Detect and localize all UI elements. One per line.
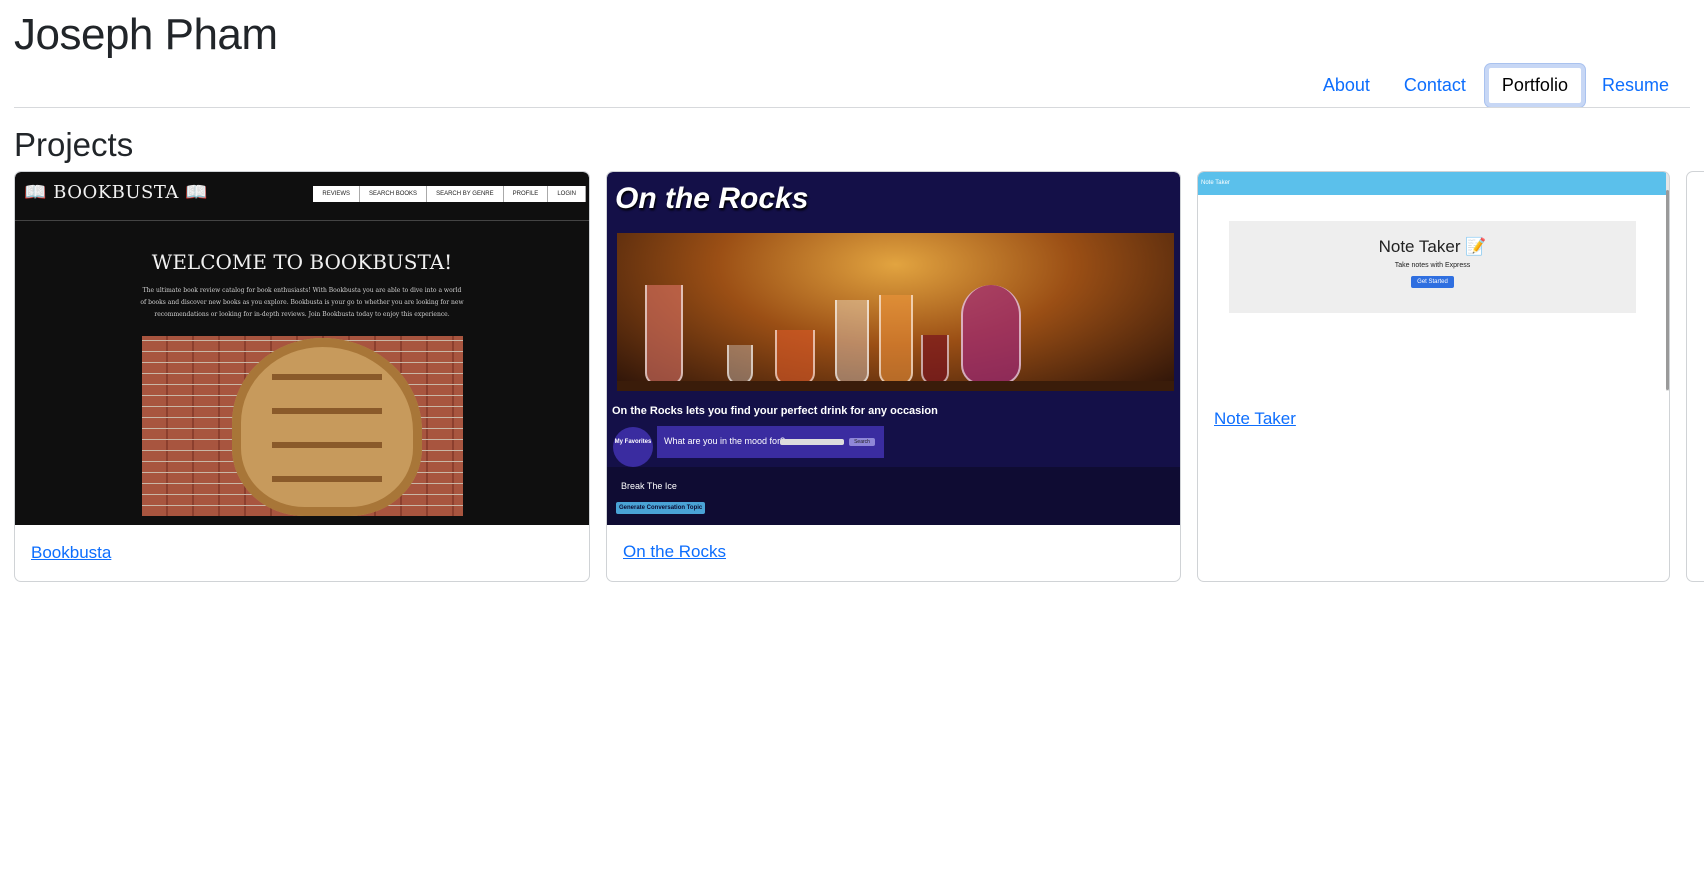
note-taker-screenshot: Note Taker Note Taker 📝 Take notes with …: [1198, 172, 1669, 391]
bookbusta-screenshot: 📖 BOOKBUSTA 📖 REVIEWS SEARCH BOOKS SEARC…: [15, 172, 589, 525]
bookshelf: [272, 408, 382, 414]
bookshelf: [272, 374, 382, 380]
bookbusta-brand: 📖 BOOKBUSTA 📖: [24, 182, 209, 203]
header-divider: [14, 107, 1690, 108]
project-link-note-taker[interactable]: Note Taker: [1214, 409, 1296, 429]
nav-portfolio-link[interactable]: Portfolio: [1484, 64, 1585, 107]
on-the-rocks-lower-panel: [607, 467, 1180, 525]
project-card-partial: [1686, 171, 1704, 582]
get-started-button: Get Started: [1411, 276, 1454, 288]
on-the-rocks-title: On the Rocks: [615, 182, 809, 215]
bookshelf: [272, 476, 382, 482]
bookshelf-head-image: [142, 336, 463, 516]
mood-search-input: [780, 439, 844, 445]
head-silhouette: [232, 338, 422, 516]
project-card-on-the-rocks: On the Rocks On the Rocks lets you find …: [606, 171, 1181, 582]
glass: [921, 335, 949, 385]
bar-counter: [617, 381, 1174, 391]
bookbusta-nav-item: SEARCH BY GENRE: [427, 186, 504, 202]
nav-about-link[interactable]: About: [1306, 64, 1387, 107]
project-link-bookbusta[interactable]: Bookbusta: [31, 543, 111, 563]
thumbnail-scrollbar-thumb: [1666, 190, 1669, 390]
break-the-ice-label: Break The Ice: [621, 481, 677, 491]
bookbusta-description: The ultimate book review catalog for boo…: [140, 287, 464, 318]
project-card-note-taker: Note Taker Note Taker 📝 Take notes with …: [1197, 171, 1670, 582]
on-the-rocks-tagline: On the Rocks lets you find your perfect …: [612, 405, 938, 417]
main-nav: About Contact Portfolio Resume: [1306, 64, 1686, 107]
note-taker-subheading: Take notes with Express: [1394, 262, 1471, 269]
glass: [775, 330, 815, 385]
note-taker-navbar: Note Taker: [1198, 172, 1669, 195]
cocktails-photo: [617, 233, 1174, 391]
mood-search-button: Search: [849, 438, 875, 446]
nav-contact-link[interactable]: Contact: [1387, 64, 1483, 107]
glass: [961, 285, 1021, 385]
bookbusta-nav-item: LOGIN: [548, 186, 586, 202]
section-title: Projects: [14, 126, 134, 163]
glass: [727, 345, 753, 385]
bookbusta-nav-item: REVIEWS: [313, 186, 361, 202]
glass: [879, 295, 913, 385]
mood-search-prompt: What are you in the mood for?: [664, 436, 786, 446]
nav-resume-link[interactable]: Resume: [1585, 64, 1686, 107]
bookshelf: [272, 442, 382, 448]
site-title: Joseph Pham: [14, 10, 278, 59]
bookbusta-heading: WELCOME TO BOOKBUSTA!: [151, 250, 453, 274]
favorites-button: My Favorites: [613, 427, 653, 467]
note-taker-jumbotron: Note Taker 📝 Take notes with Express Get…: [1229, 221, 1636, 313]
bookbusta-divider: [15, 220, 589, 221]
glass: [835, 300, 869, 385]
bookbusta-nav-item: SEARCH BOOKS: [360, 186, 428, 202]
project-card-bookbusta: 📖 BOOKBUSTA 📖 REVIEWS SEARCH BOOKS SEARC…: [14, 171, 590, 582]
bookbusta-nav-item: PROFILE: [503, 186, 549, 202]
mood-search-panel: What are you in the mood for? Search: [657, 426, 884, 458]
glass: [645, 285, 683, 385]
project-link-on-the-rocks[interactable]: On the Rocks: [623, 542, 726, 562]
on-the-rocks-screenshot: On the Rocks On the Rocks lets you find …: [607, 172, 1180, 525]
bookbusta-nav: REVIEWS SEARCH BOOKS SEARCH BY GENRE PRO…: [313, 186, 586, 202]
project-cards: 📖 BOOKBUSTA 📖 REVIEWS SEARCH BOOKS SEARC…: [14, 171, 1704, 582]
note-taker-heading: Note Taker 📝: [1378, 237, 1487, 256]
generate-topic-button: Generate Conversation Topic: [616, 502, 706, 514]
